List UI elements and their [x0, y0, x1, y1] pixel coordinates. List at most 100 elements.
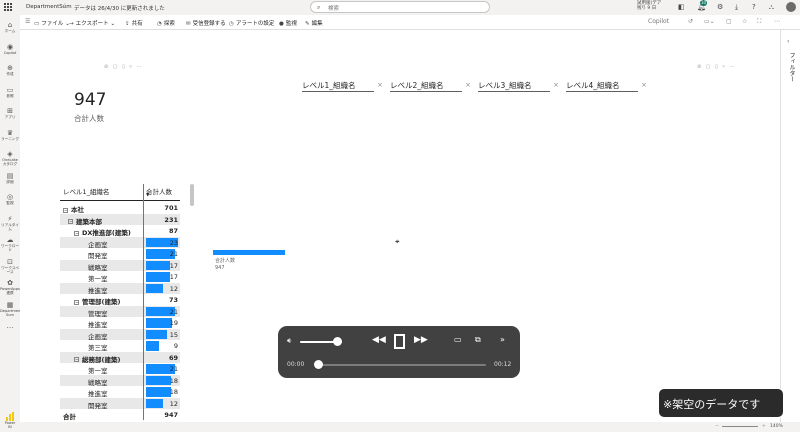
nav-item-3[interactable]: ▭ 参照 [0, 86, 20, 98]
table-row[interactable]: 第一室 21 [60, 363, 180, 375]
toolbar-button-7[interactable]: ✎ 編集 [305, 19, 325, 27]
nav-item-4[interactable]: ⊞ アプリ [0, 107, 20, 119]
volume-knob[interactable] [333, 337, 342, 346]
table-row[interactable]: 企画室 15 [60, 328, 180, 341]
more-options-icon[interactable]: ⋯ [774, 18, 780, 25]
table-row[interactable]: 合計 947 [60, 409, 180, 421]
cast-icon[interactable]: ▭ [454, 335, 462, 344]
slicer-visual-header-icons[interactable]: ⊘ ▢ ▯ ▿ ⋯ [697, 64, 736, 70]
fullscreen-icon[interactable]: ⛶ [757, 18, 761, 26]
workspace-icon[interactable]: ◧ [678, 3, 685, 11]
table-row[interactable]: − 総務部(建築) 69 [60, 351, 180, 364]
slicer-3[interactable]: レベル3_組織名 × [478, 80, 559, 92]
search-icon: ⌕ [317, 4, 321, 11]
toolbar-button-4[interactable]: ✉ 受信登録する [186, 19, 228, 27]
nav-item-14[interactable]: … [0, 322, 20, 330]
bookmark-icon[interactable]: ☆ [742, 18, 747, 25]
table-row[interactable]: 開発室 21 [60, 248, 180, 260]
nav-item-12[interactable]: ✿ PowerApps 連携 [0, 279, 20, 295]
data-updated-text[interactable]: データは 26/4/30 に更新されました [74, 4, 165, 12]
table-row[interactable]: 戦略室 17 [60, 259, 180, 272]
seek-knob[interactable] [314, 360, 323, 369]
table-row[interactable]: 推進室 12 [60, 282, 180, 295]
collapse-toggle-icon[interactable]: − [74, 230, 79, 236]
toolbar-button-0[interactable]: ▭ ファイル ⌄ [34, 19, 70, 27]
forward-icon[interactable]: ▶▶ [414, 335, 428, 345]
hamburger-icon[interactable]: ☰ [25, 18, 30, 25]
comment-icon[interactable]: ▢ [726, 18, 732, 25]
seek-bar[interactable] [318, 364, 486, 366]
toolbar-button-1[interactable]: → エクスポート ⌄ [69, 19, 115, 27]
slicer-2[interactable]: レベル2_組織名 × [390, 80, 471, 92]
nav-item-6[interactable]: ◈ OneLake カタログ [0, 150, 20, 166]
reset-icon[interactable]: ↺ [688, 18, 693, 25]
zoom-plus-icon[interactable]: + [762, 424, 766, 429]
nav-item-7[interactable]: ▤ 詳細 [0, 172, 20, 184]
zoom-level[interactable]: 140% [770, 424, 783, 429]
avatar[interactable] [786, 2, 796, 12]
collapse-toggle-icon[interactable]: − [74, 299, 79, 305]
table-row[interactable]: − 本社 701 [60, 202, 180, 214]
nav-item-9[interactable]: ⚡ リアルタイム [0, 215, 20, 231]
toolbar-button-5[interactable]: ◷ アラートの設定 [229, 19, 276, 27]
share-people-icon[interactable]: ⛬ [769, 3, 774, 12]
zoom-minus-icon[interactable]: − [715, 424, 719, 429]
table-row[interactable]: 管理室 21 [60, 305, 180, 318]
mini-bar[interactable] [213, 250, 285, 255]
collapse-toggle-icon[interactable]: − [63, 207, 68, 213]
collapse-chevron-icon[interactable]: ‹ [787, 38, 789, 45]
slicer-4[interactable]: レベル4_組織名 × [566, 80, 647, 92]
nav-item-2[interactable]: ⊕ 作成 [0, 64, 20, 76]
nav-item-8[interactable]: ◎ 監視 [0, 193, 20, 205]
clear-icon[interactable]: × [377, 81, 383, 89]
table-row[interactable]: 企画室 23 [60, 236, 180, 249]
toolbar-button-6[interactable]: ● 監視 [279, 19, 299, 27]
table-row[interactable]: − 建築本部 231 [60, 213, 180, 226]
filter-pane[interactable]: ‹ フィルター [780, 30, 800, 422]
table-row[interactable]: 推進室 18 [60, 386, 180, 398]
clear-icon[interactable]: × [465, 81, 471, 89]
slicer-1[interactable]: レベル1_組織名 × [302, 80, 383, 92]
table-row[interactable]: 推進室 19 [60, 317, 180, 329]
search-input[interactable]: ⌕ 検索 [310, 1, 490, 13]
app-launcher-icon[interactable] [4, 3, 12, 11]
clear-icon[interactable]: × [553, 81, 559, 89]
collapse-toggle-icon[interactable]: − [68, 219, 73, 224]
trial-status[interactable]: 試用版(デア 残り 9 日 [637, 1, 661, 11]
table-row[interactable]: 第一室 17 [60, 271, 180, 283]
table-row[interactable]: 第三室 9 [60, 340, 180, 352]
nav-item-11[interactable]: ⊡ ワークスペース [0, 258, 20, 274]
nav-item-1[interactable]: ◉ Copilot [0, 43, 20, 55]
table-row[interactable]: − 管理部(建築) 73 [60, 294, 180, 306]
matrix-col-header-org[interactable]: レベル1_組織名 [63, 186, 109, 196]
view-icon[interactable]: ▭⌄ [704, 18, 715, 25]
collapse-toggle-icon[interactable]: − [74, 357, 79, 362]
nav-item-5[interactable]: ♛ ラーニング [0, 129, 20, 141]
nav-item-10[interactable]: ☁ ワークロード [0, 236, 20, 252]
copilot-toolbar-button[interactable]: Copilot [648, 18, 669, 25]
card-visual-header-icons[interactable]: ⊘ ▢ ▯ ▿ ⋯ [104, 64, 143, 70]
zoom-slider[interactable] [722, 426, 758, 427]
matrix-col-header-count[interactable]: 合計人数 [146, 186, 172, 196]
powerbi-logo-icon[interactable]: Power BI [3, 412, 17, 429]
download-icon[interactable]: ⤓ [735, 3, 738, 12]
table-row[interactable]: − DX推進部(建築) 87 [60, 225, 180, 237]
toolbar-button-2[interactable]: ⇪ 共有 [125, 19, 145, 27]
play-pause-icon[interactable] [394, 334, 405, 349]
table-row[interactable]: 開発室 12 [60, 397, 180, 410]
nav-label: 詳細 [6, 179, 14, 184]
pip-icon[interactable]: ⧉ [475, 335, 481, 345]
toolbar-button-3[interactable]: ◔ 探索 [157, 19, 177, 27]
nav-item-13[interactable]: ▦ Department Sum [0, 301, 22, 317]
toolbar-label: 探索 [163, 21, 175, 27]
matrix-scrollbar[interactable] [190, 184, 194, 206]
table-row[interactable]: 戦略室 18 [60, 374, 180, 387]
settings-icon[interactable]: ⚙ [717, 3, 723, 11]
help-icon[interactable]: ? [752, 3, 756, 11]
expand-icon[interactable]: » [500, 335, 505, 344]
clear-icon[interactable]: × [641, 81, 647, 89]
rewind-icon[interactable]: ◀◀ [372, 335, 386, 345]
nav-item-0[interactable]: ⌂ ホーム [0, 21, 20, 33]
toolbar-label: 監視 [285, 21, 297, 27]
volume-icon[interactable]: 🔉︎ [287, 336, 292, 346]
